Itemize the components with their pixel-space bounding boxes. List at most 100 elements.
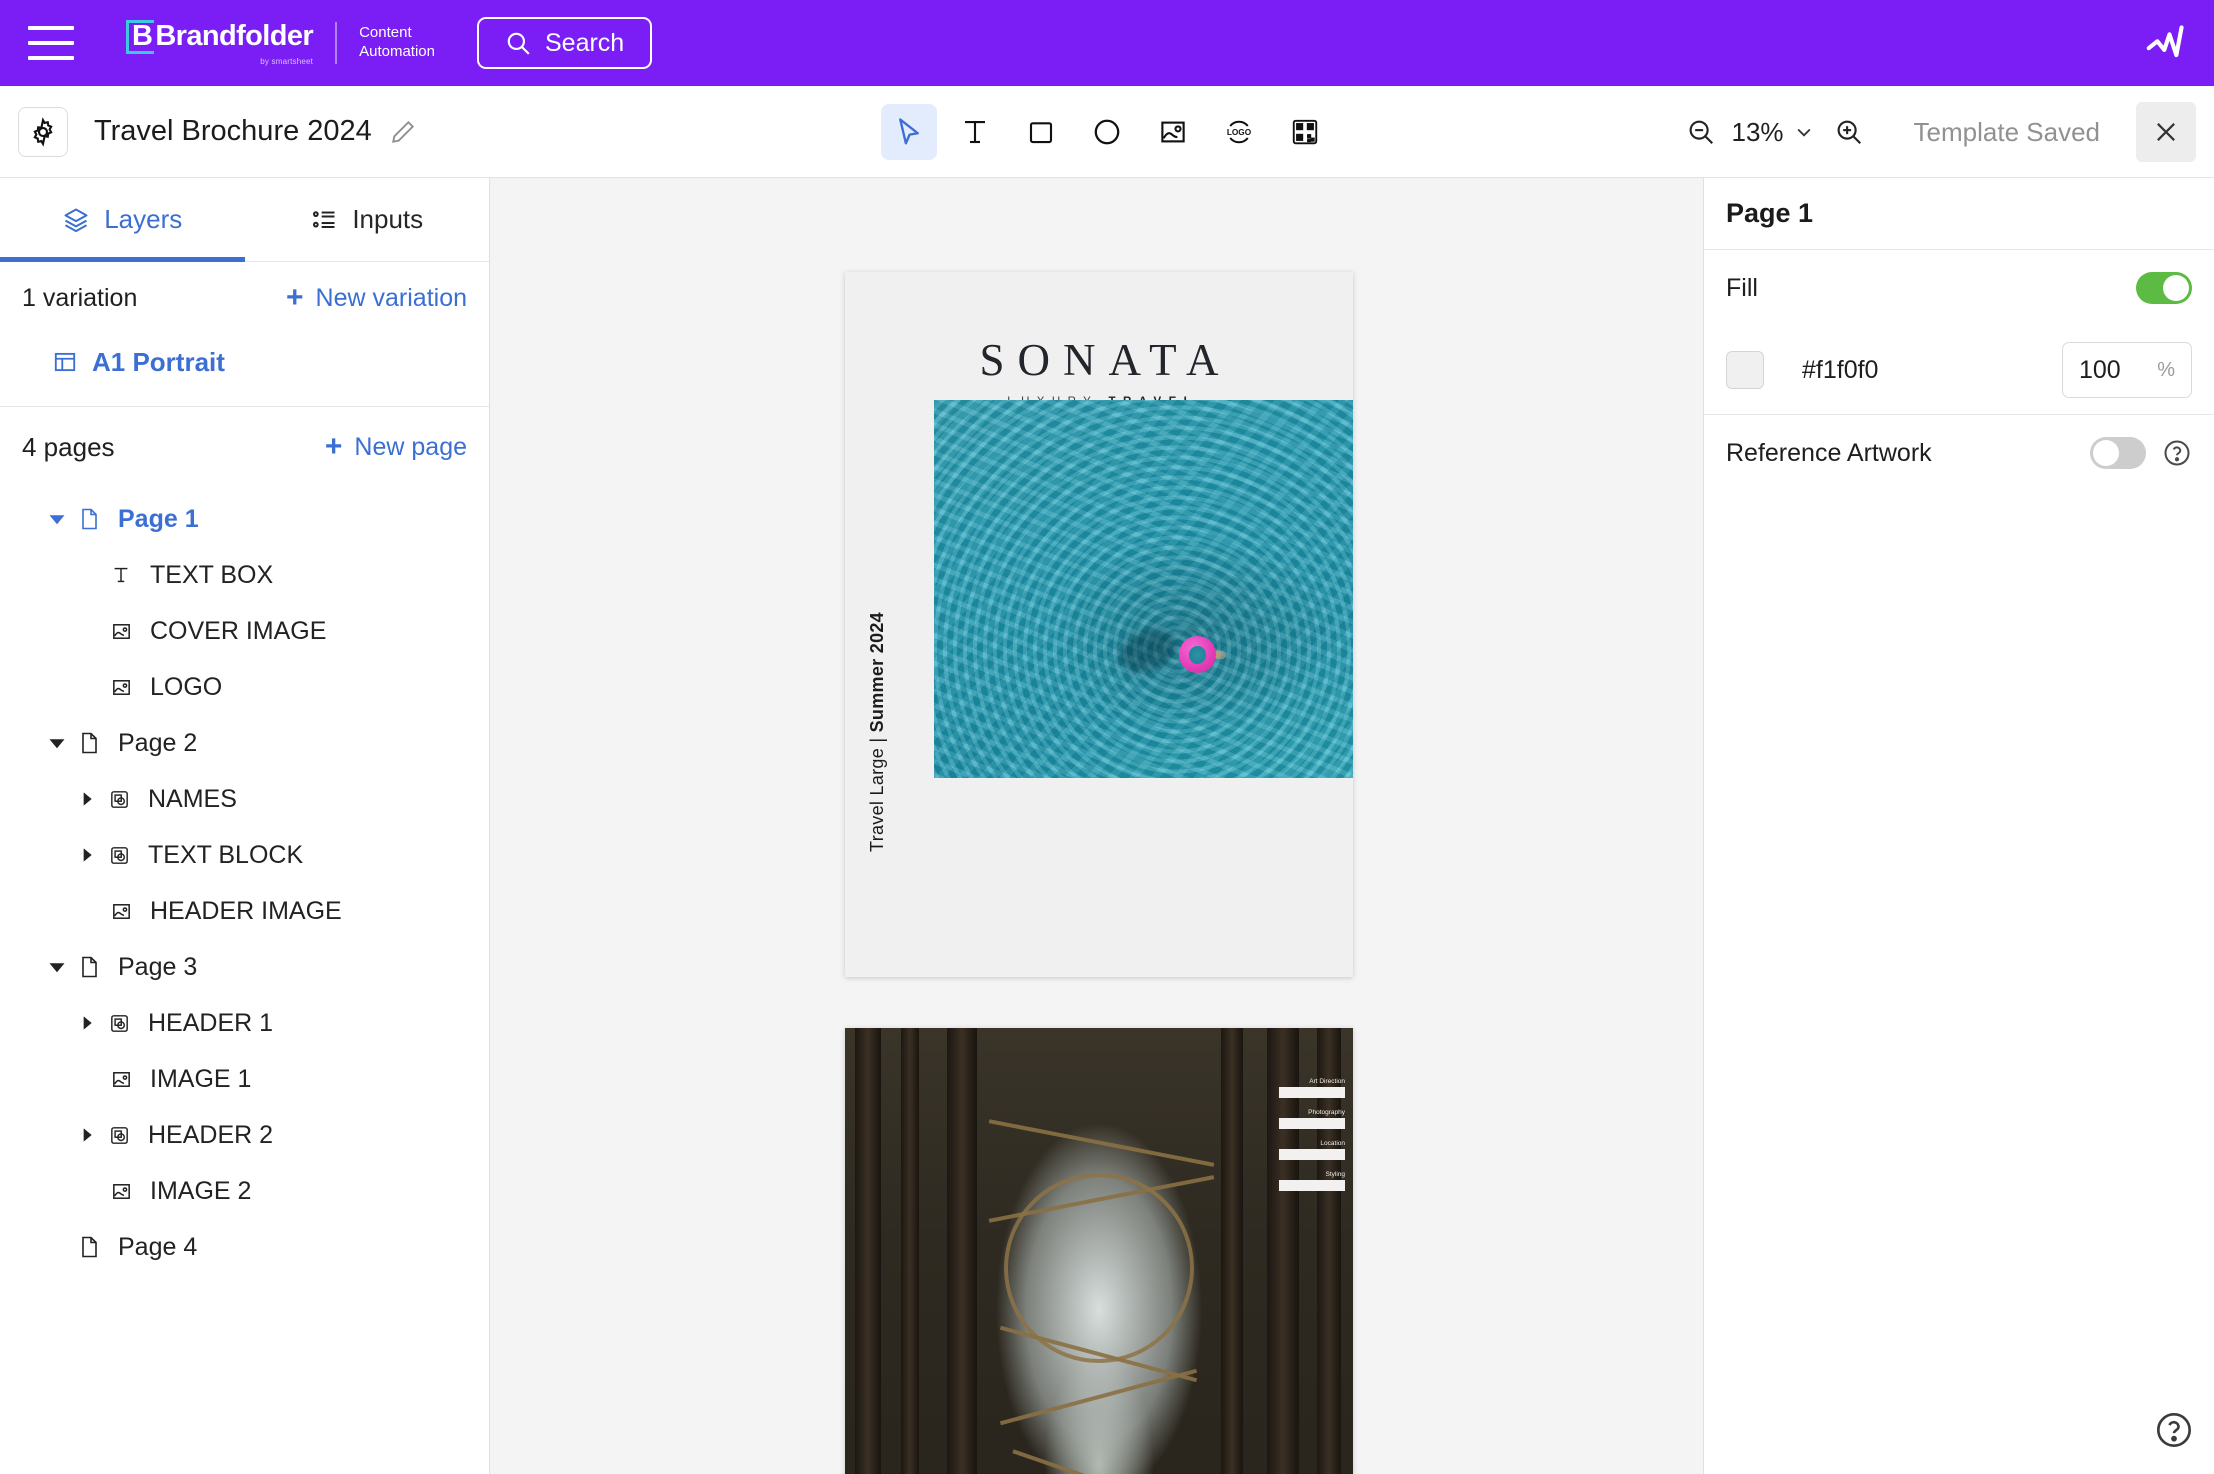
caret-right-icon[interactable] [72,1015,102,1031]
close-button[interactable] [2136,102,2196,162]
tree-node-text-block[interactable]: TEXT BLOCK [0,827,489,883]
page2-header-image[interactable] [845,1028,1353,1474]
field-input[interactable] [1279,1149,1345,1160]
new-variation-label: New variation [316,284,467,313]
field-location[interactable]: Location [1279,1140,1345,1160]
field-input[interactable] [1279,1087,1345,1098]
tree-node-text-box[interactable]: TEXT BOX [0,547,489,603]
caret-right-icon[interactable] [72,791,102,807]
zoom-out-button[interactable] [1676,107,1726,157]
tab-inputs-label: Inputs [352,204,423,235]
caret-right-icon[interactable] [72,1127,102,1143]
zoom-out-icon [1686,117,1716,147]
fill-label: Fill [1726,274,1758,303]
select-tool[interactable] [881,104,937,160]
variation-count: 1 variation [22,284,137,313]
canvas-page-1[interactable]: SONATA LUXURY TRAVEL Travel Large | Summ… [845,272,1353,977]
tree-node-logo[interactable]: LOGO [0,659,489,715]
caret-down-icon[interactable] [42,734,72,752]
brand-logo-text: Brandfolder [155,22,313,51]
field-photography[interactable]: Photography [1279,1109,1345,1129]
caret-right-icon[interactable] [72,847,102,863]
top-navigation-bar: BBrandfolder by smartsheet Content Autom… [0,0,2214,86]
product-name-line2: Automation [359,43,435,62]
image-icon [104,1180,138,1203]
tab-layers[interactable]: Layers [0,178,245,261]
pencil-icon[interactable] [390,119,416,145]
image-icon [104,676,138,699]
tree-node-image-2[interactable]: IMAGE 2 [0,1163,489,1219]
new-page-label: New page [354,433,467,462]
rectangle-tool[interactable] [1013,104,1069,160]
opacity-input[interactable]: 100 % [2062,342,2192,398]
new-variation-button[interactable]: + New variation [286,281,467,315]
analytics-line-icon[interactable] [2144,24,2188,62]
tree-node-page-3[interactable]: Page 3 [0,939,489,995]
search-button[interactable]: Search [477,17,652,69]
field-styling[interactable]: Styling [1279,1171,1345,1191]
text-icon [104,564,138,586]
tree-node-label: IMAGE 1 [150,1065,251,1094]
image-icon [104,900,138,923]
question-circle-icon[interactable] [2162,438,2192,468]
tree-node-label: HEADER 1 [148,1009,273,1038]
qr-tool[interactable] [1277,104,1333,160]
tree-node-page-1[interactable]: Page 1 [0,491,489,547]
image-tool[interactable] [1145,104,1201,160]
tree-node-header-1[interactable]: HEADER 1 [0,995,489,1051]
field-input[interactable] [1279,1180,1345,1191]
pink-float-ring [1179,636,1216,673]
group-icon [102,1124,136,1147]
text-tool[interactable] [947,104,1003,160]
tree-node-page-4[interactable]: Page 4 [0,1219,489,1275]
variation-header: 1 variation + New variation [0,262,489,334]
zoom-level-value[interactable]: 13% [1732,117,1784,148]
canvas-page-2[interactable]: Art Direction Photography Location Styli… [845,1028,1353,1474]
page1-cover-image[interactable] [934,400,1353,778]
new-page-button[interactable]: + New page [325,430,467,464]
chevron-down-icon[interactable] [1794,122,1814,142]
fill-toggle[interactable] [2136,272,2192,304]
layer-tree: Page 1 TEXT BOX COVER IMAGE LOGO [0,487,489,1275]
page1-vertical-bold: Summer 2024 [867,612,887,732]
design-canvas[interactable]: SONATA LUXURY TRAVEL Travel Large | Summ… [490,178,1703,1474]
tree-node-header-2[interactable]: HEADER 2 [0,1107,489,1163]
brand-divider [335,22,337,64]
square-icon [1026,117,1056,147]
reference-artwork-label: Reference Artwork [1726,439,1932,468]
layers-sidebar: Layers Inputs 1 variation + New variatio… [0,178,490,1474]
hamburger-icon[interactable] [28,26,74,60]
settings-button[interactable] [18,107,68,157]
tab-inputs[interactable]: Inputs [245,178,490,261]
reference-artwork-toggle[interactable] [2090,437,2146,469]
color-swatch[interactable] [1726,351,1764,389]
tree-node-cover-image[interactable]: COVER IMAGE [0,603,489,659]
zoom-in-button[interactable] [1824,107,1874,157]
tree-node-names[interactable]: NAMES [0,771,489,827]
tree-node-image-1[interactable]: IMAGE 1 [0,1051,489,1107]
fill-row: Fill [1704,250,2214,326]
brand-logo[interactable]: BBrandfolder by smartsheet Content Autom… [126,20,435,66]
tree-node-label: Page 3 [118,953,197,982]
caret-down-icon[interactable] [42,510,72,528]
logo-tool[interactable]: LOGO [1211,104,1267,160]
pages-header: 4 pages + New page [0,407,489,487]
tree-node-label: HEADER 2 [148,1121,273,1150]
tree-node-header-image[interactable]: HEADER IMAGE [0,883,489,939]
search-icon [505,30,531,56]
tree-node-label: IMAGE 2 [150,1177,251,1206]
field-input[interactable] [1279,1118,1345,1129]
swimmer-shadow [1114,623,1182,679]
tree-node-page-2[interactable]: Page 2 [0,715,489,771]
ellipse-tool[interactable] [1079,104,1135,160]
help-button-icon[interactable] [2154,1410,2194,1450]
caret-down-icon[interactable] [42,958,72,976]
variation-item-a1-portrait[interactable]: A1 Portrait [0,334,489,390]
tree-node-label: Page 4 [118,1233,197,1262]
field-art-direction[interactable]: Art Direction [1279,1078,1345,1098]
svg-text:LOGO: LOGO [1227,128,1252,137]
list-icon [310,206,338,234]
close-icon [2152,118,2180,146]
fill-hex-value[interactable]: #f1f0f0 [1802,356,1878,385]
plus-icon: + [286,281,304,315]
